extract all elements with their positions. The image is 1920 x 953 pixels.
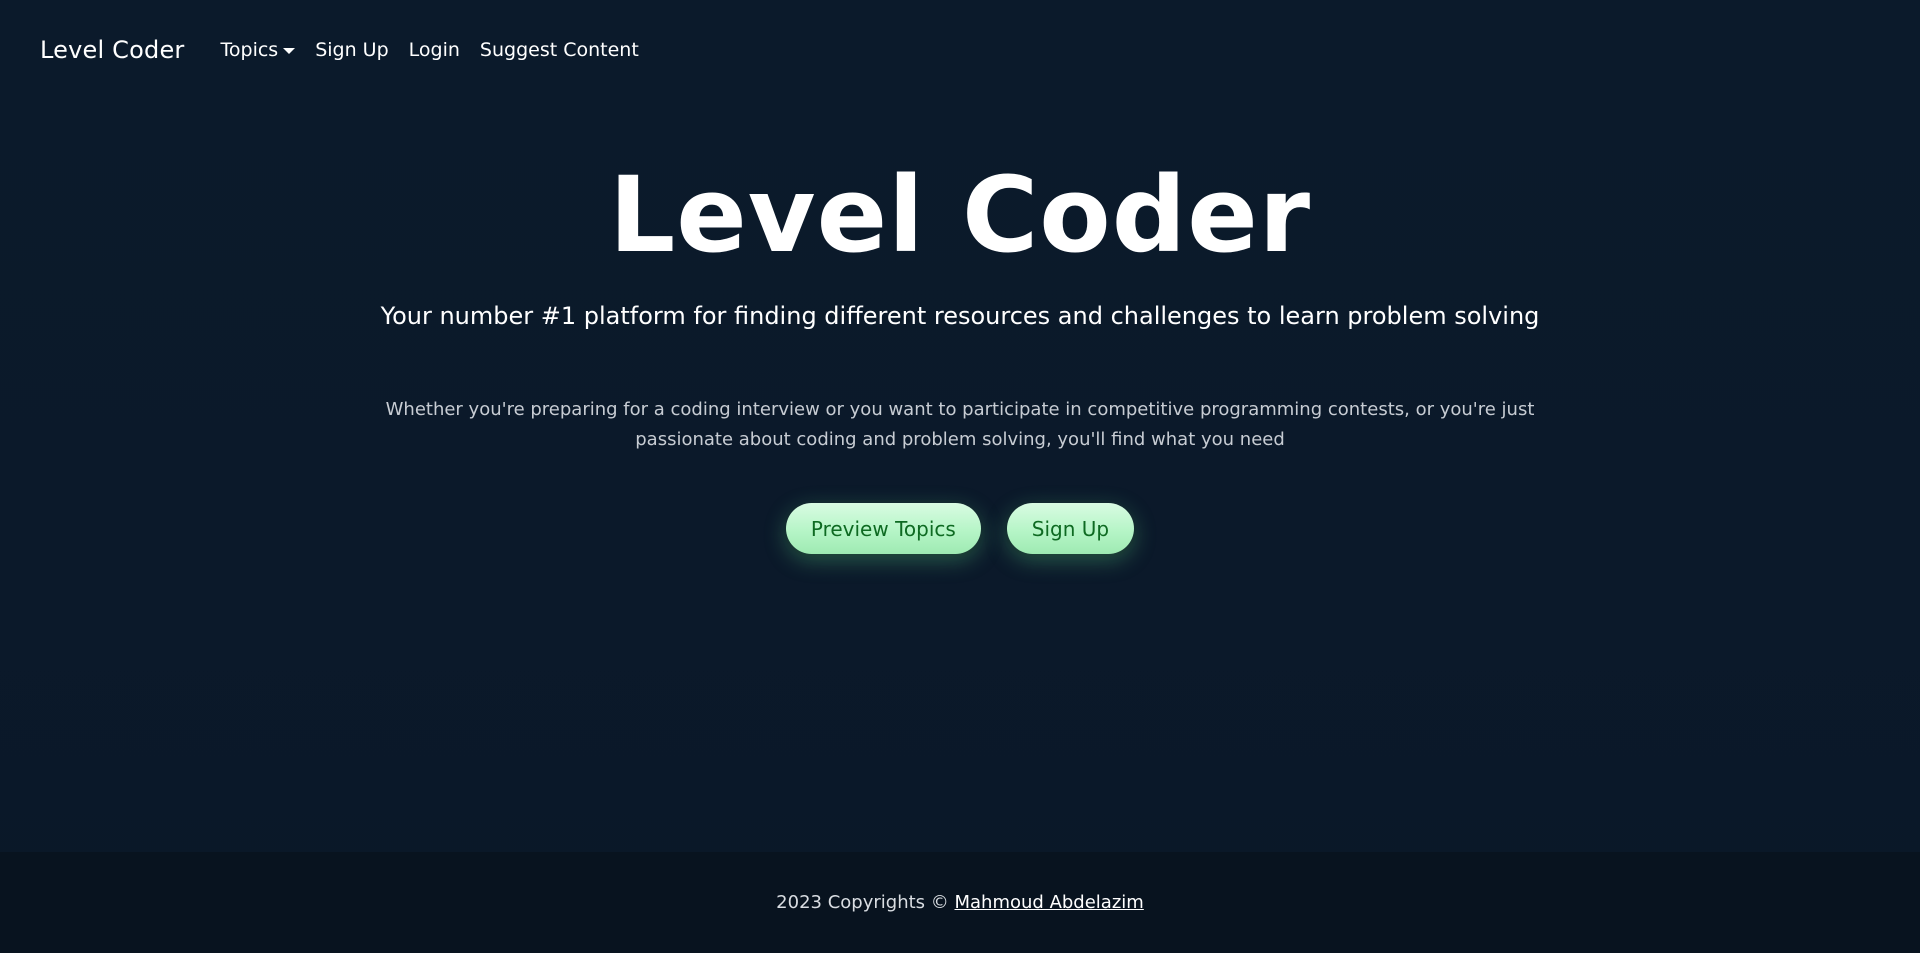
nav-suggest-content-link[interactable]: Suggest Content	[470, 39, 649, 61]
preview-topics-button[interactable]: Preview Topics	[785, 503, 981, 554]
copyright-text: 2023 Copyrights ©	[776, 892, 949, 913]
signup-button[interactable]: Sign Up	[1006, 503, 1135, 554]
nav-topics-label: Topics	[220, 39, 279, 61]
nav-login-link[interactable]: Login	[399, 39, 470, 61]
navbar: Level Coder Topics Sign Up Login Suggest…	[0, 0, 1920, 100]
hero-section: Level Coder Your number #1 platform for …	[0, 140, 1920, 554]
hero-subtitle: Your number #1 platform for finding diff…	[380, 302, 1540, 330]
footer: 2023 Copyrights © Mahmoud Abdelazim	[0, 852, 1920, 953]
hero-title: Level Coder	[608, 154, 1312, 276]
brand-link[interactable]: Level Coder	[40, 36, 185, 64]
nav-links: Topics Sign Up Login Suggest Content	[211, 39, 649, 61]
author-link[interactable]: Mahmoud Abdelazim	[955, 892, 1144, 913]
footer-text: 2023 Copyrights © Mahmoud Abdelazim	[776, 892, 1144, 913]
nav-topics-dropdown[interactable]: Topics	[211, 39, 306, 61]
caret-down-icon	[283, 48, 296, 54]
nav-signup-link[interactable]: Sign Up	[305, 39, 398, 61]
page: Level Coder Topics Sign Up Login Suggest…	[0, 0, 1920, 953]
hero-description: Whether you're preparing for a coding in…	[385, 399, 1535, 450]
cta-row: Preview Topics Sign Up	[0, 503, 1920, 554]
